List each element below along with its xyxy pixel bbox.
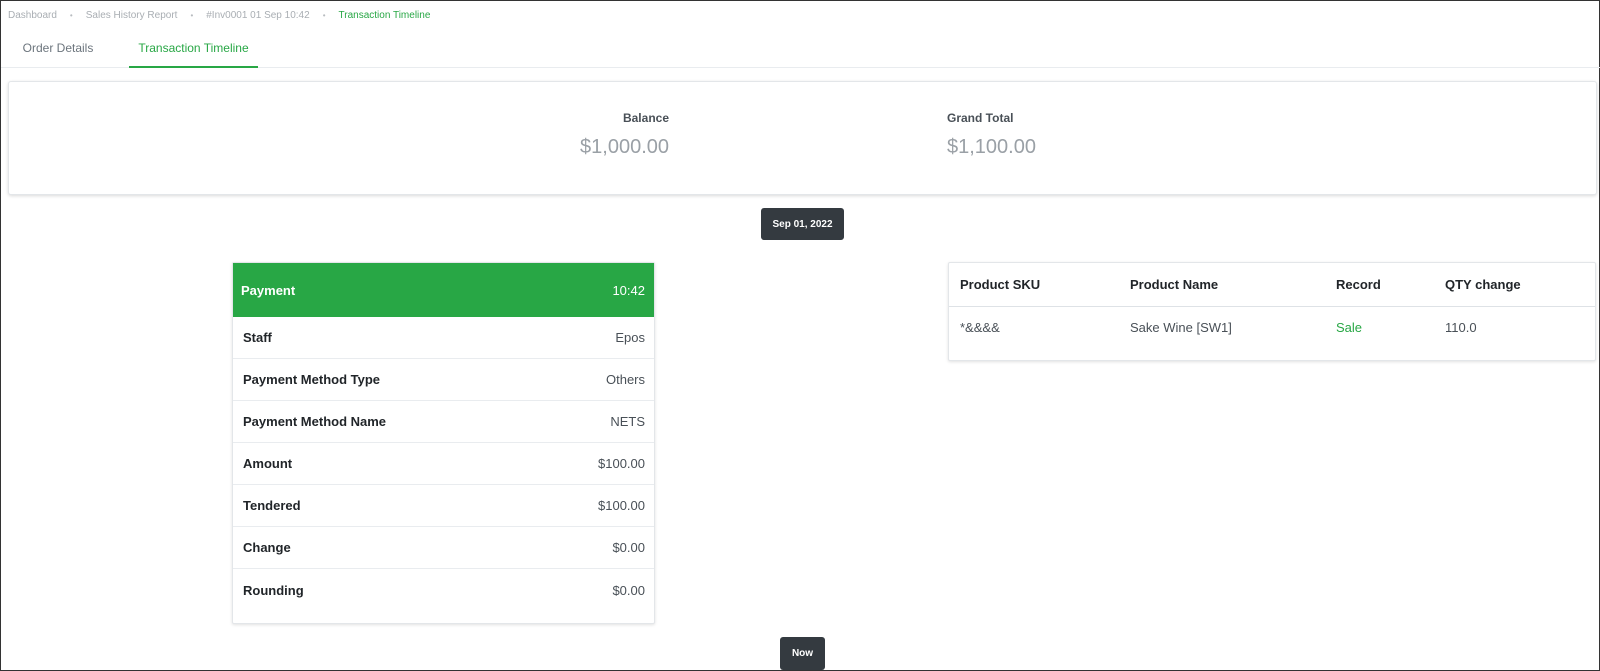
payment-row-method-type: Payment Method Type Others bbox=[233, 359, 654, 401]
payment-row-change: Change $0.00 bbox=[233, 527, 654, 569]
breadcrumb-separator-icon: • bbox=[190, 11, 194, 20]
payment-row-label: Payment Method Name bbox=[243, 414, 387, 429]
grand-total-label: Grand Total bbox=[947, 111, 1014, 125]
payment-row-label: Change bbox=[243, 540, 291, 555]
column-header-record: Record bbox=[1325, 263, 1434, 307]
payment-row-label: Staff bbox=[243, 330, 272, 345]
column-header-product-name: Product Name bbox=[1119, 263, 1325, 307]
payment-row-value: $100.00 bbox=[598, 456, 645, 471]
breadcrumb-separator-icon: • bbox=[322, 11, 326, 20]
cell-qty-change: 110.0 bbox=[1445, 320, 1477, 336]
balance-stat: Balance $1,000.00 bbox=[579, 111, 669, 159]
breadcrumb-current: Transaction Timeline bbox=[338, 10, 431, 21]
breadcrumb-separator-icon: • bbox=[69, 11, 73, 20]
product-changes-table: Product SKU Product Name Record QTY chan… bbox=[949, 263, 1595, 349]
breadcrumb: Dashboard • Sales History Report • #Inv0… bbox=[8, 10, 430, 21]
payment-row-label: Rounding bbox=[243, 582, 304, 598]
breadcrumb-sales-history-report[interactable]: Sales History Report bbox=[86, 10, 178, 21]
payment-row-amount: Amount $100.00 bbox=[233, 443, 654, 485]
payment-title: Payment bbox=[241, 282, 296, 298]
breadcrumb-invoice[interactable]: #Inv0001 01 Sep 10:42 bbox=[206, 10, 309, 21]
grand-total-value: $1,100.00 bbox=[947, 136, 1036, 158]
grand-total-stat: Grand Total $1,100.00 bbox=[947, 111, 1067, 159]
table-row: *&&&& Sake Wine [SW1] Sale 110.0 bbox=[949, 306, 1595, 349]
tab-bar: Order Details Transaction Timeline bbox=[1, 35, 1600, 68]
table-header-row: Product SKU Product Name Record QTY chan… bbox=[949, 263, 1595, 307]
column-header-product-sku: Product SKU bbox=[949, 263, 1119, 307]
timeline-date-badge: Sep 01, 2022 bbox=[761, 208, 844, 240]
payment-row-label: Tendered bbox=[243, 498, 301, 513]
payment-row-label: Amount bbox=[243, 456, 293, 471]
tab-transaction-timeline[interactable]: Transaction Timeline bbox=[129, 35, 258, 68]
summary-card: Balance $1,000.00 Grand Total $1,100.00 bbox=[8, 81, 1597, 195]
balance-label: Balance bbox=[622, 111, 669, 125]
payment-row-method-name: Payment Method Name NETS bbox=[233, 401, 654, 443]
app-frame: Dashboard • Sales History Report • #Inv0… bbox=[0, 0, 1600, 671]
payment-row-rounding: Rounding $0.00 bbox=[233, 569, 654, 611]
tab-order-details[interactable]: Order Details bbox=[15, 35, 101, 68]
payment-header: Payment 10:42 bbox=[233, 263, 654, 317]
product-changes-card: Product SKU Product Name Record QTY chan… bbox=[948, 262, 1596, 361]
payment-card: Payment 10:42 Staff Epos Payment Method … bbox=[232, 262, 655, 624]
breadcrumb-dashboard[interactable]: Dashboard bbox=[8, 10, 57, 21]
cell-product-sku: *&&&& bbox=[960, 320, 1000, 336]
payment-row-value: $100.00 bbox=[598, 498, 645, 513]
payment-row-value: $0.00 bbox=[612, 540, 645, 555]
payment-row-value: NETS bbox=[610, 414, 645, 429]
payment-row-value: Epos bbox=[615, 330, 645, 345]
payment-time: 10:42 bbox=[612, 282, 645, 298]
column-header-qty-change: QTY change bbox=[1434, 263, 1595, 307]
balance-value: $1,000.00 bbox=[580, 136, 669, 158]
payment-row-label: Payment Method Type bbox=[243, 372, 381, 387]
payment-row-value: $0.00 bbox=[612, 582, 645, 598]
payment-row-value: Others bbox=[605, 372, 645, 387]
timeline-now-badge: Now bbox=[780, 637, 825, 670]
cell-record: Sale bbox=[1336, 320, 1363, 336]
cell-product-name: Sake Wine [SW1] bbox=[1130, 320, 1232, 336]
payment-row-staff: Staff Epos bbox=[233, 317, 654, 359]
payment-row-tendered: Tendered $100.00 bbox=[233, 485, 654, 527]
